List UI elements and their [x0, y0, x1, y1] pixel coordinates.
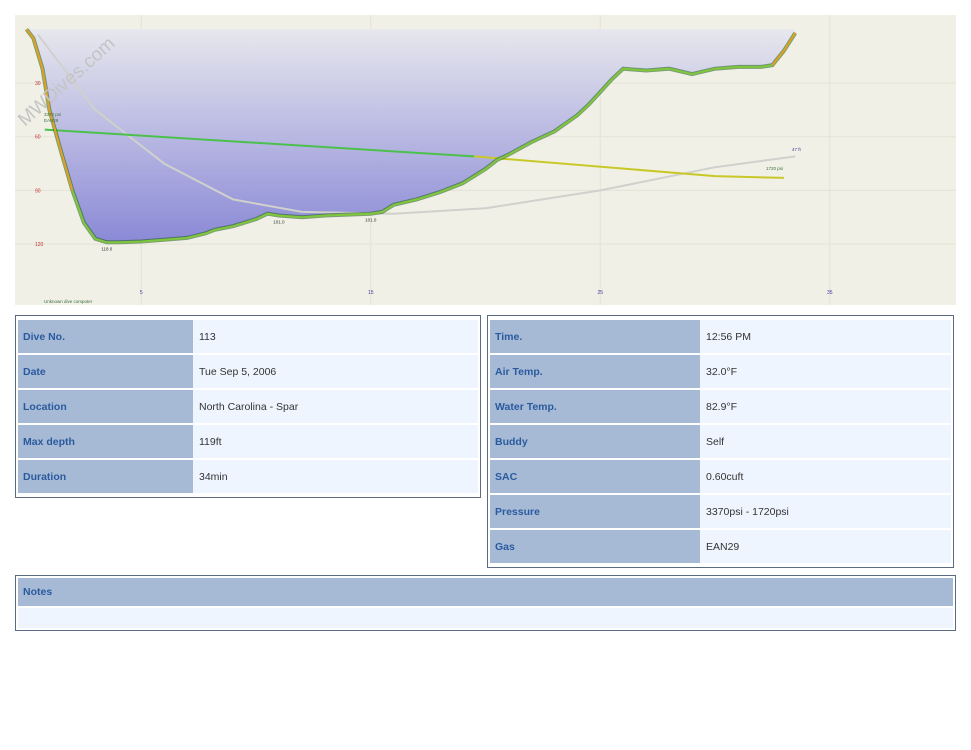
dive-info-value: North Carolina - Spar — [193, 390, 478, 423]
x-tick-label: 15 — [368, 290, 374, 296]
dive-info-grid: Dive No. 113 Date Tue Sep 5, 2006 Location No… — [18, 318, 478, 495]
conditions-info-table: Time. 12:56 PM Air Temp. 32.0°F Water Temp. 8… — [487, 315, 954, 568]
conditions-info-value: 3370psi - 1720psi — [700, 495, 951, 528]
dive-info-value: 119ft — [193, 425, 478, 458]
x-tick-label: 35 — [827, 290, 833, 296]
conditions-info-label: SAC — [490, 460, 700, 493]
conditions-info-row: Buddy Self — [490, 425, 951, 458]
depth-annotation: 101.0 — [365, 218, 377, 223]
dive-info-table: Dive No. 113 Date Tue Sep 5, 2006 Location No… — [15, 315, 481, 498]
notes-content — [18, 608, 953, 628]
dive-info-label: Max depth — [18, 425, 193, 458]
conditions-info-value: 0.60cuft — [700, 460, 951, 493]
depth-annotation: 101.0 — [273, 219, 285, 224]
dive-info-row: Max depth 119ft — [18, 425, 478, 458]
notes-section: Notes — [15, 575, 956, 631]
dive-profile-svg: 306090120 5 15 25 35 118.0101.0 101.0 3370 p… — [15, 15, 956, 305]
conditions-info-label: Buddy — [490, 425, 700, 458]
conditions-info-row: Pressure 3370psi - 1720psi — [490, 495, 951, 528]
x-tick-label: 25 — [597, 290, 603, 296]
dive-profile-chart: 30 60 90 120 5 15 25 35 118.0 101.0 101.0 3370 p… — [15, 15, 956, 305]
dive-info-row: Date Tue Sep 5, 2006 — [18, 355, 478, 388]
conditions-info-label: Water Temp. — [490, 390, 700, 423]
y-tick-label: 90 — [35, 188, 41, 194]
conditions-info-row: Gas EAN29 — [490, 530, 951, 563]
y-tick-label: 60 — [35, 135, 41, 141]
conditions-info-row: SAC 0.60cuft — [490, 460, 951, 493]
conditions-info-value: Self — [700, 425, 951, 458]
y-tick-label: 120 — [35, 242, 44, 248]
conditions-info-label: Pressure — [490, 495, 700, 528]
dive-info-row: Duration 34min — [18, 460, 478, 493]
dive-info-value: 34min — [193, 460, 478, 493]
conditions-info-value: 12:56 PM — [700, 320, 951, 353]
conditions-info-grid: Time. 12:56 PM Air Temp. 32.0°F Water Temp. 8… — [490, 318, 951, 565]
conditions-info-row: Air Temp. 32.0°F — [490, 355, 951, 388]
conditions-info-value: EAN29 — [700, 530, 951, 563]
dive-info-value: 113 — [193, 320, 478, 353]
conditions-info-label: Gas — [490, 530, 700, 563]
dive-info-row: Dive No. 113 — [18, 320, 478, 353]
conditions-info-label: Time. — [490, 320, 700, 353]
conditions-info-label: Air Temp. — [490, 355, 700, 388]
x-tick-label: 5 — [140, 290, 143, 296]
depth-annotation: 118.0 — [101, 246, 112, 251]
temperature-label: 47 ft — [792, 147, 802, 152]
conditions-info-value: 32.0°F — [700, 355, 951, 388]
end-pressure-label: 1720 psi — [766, 166, 783, 171]
start-gas-label: EAN29 — [44, 118, 59, 123]
conditions-info-value: 82.9°F — [700, 390, 951, 423]
dive-info-label: Date — [18, 355, 193, 388]
conditions-info-row: Time. 12:56 PM — [490, 320, 951, 353]
dive-info-label: Duration — [18, 460, 193, 493]
conditions-info-row: Water Temp. 82.9°F — [490, 390, 951, 423]
dive-info-label: Dive No. — [18, 320, 193, 353]
y-tick-label: 30 — [35, 81, 41, 87]
dive-computer-label: Unknown dive computer — [44, 299, 93, 304]
dive-info-label: Location — [18, 390, 193, 423]
notes-label: Notes — [18, 578, 953, 606]
dive-info-value: Tue Sep 5, 2006 — [193, 355, 478, 388]
dive-info-row: Location North Carolina - Spar — [18, 390, 478, 423]
